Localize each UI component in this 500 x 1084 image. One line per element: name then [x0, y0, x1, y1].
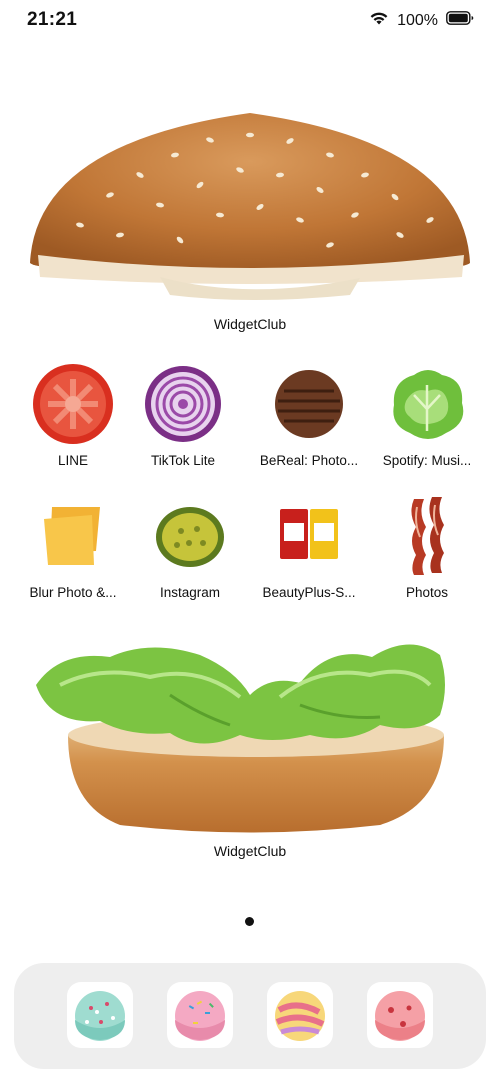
widget-top-bun[interactable]: [0, 95, 500, 315]
status-time: 21:21: [27, 9, 78, 30]
bacon-strips-icon: [411, 497, 444, 575]
app-label: TikTok Lite: [150, 453, 216, 468]
cheese-slice-icon: [44, 507, 100, 565]
widget-label: WidgetClub: [213, 843, 287, 859]
status-indicators: 100%: [369, 10, 474, 31]
pink-sprinkle-ice-cream-icon: [175, 991, 225, 1041]
mint-ice-cream-icon: [75, 991, 125, 1041]
app-beautyplus[interactable]: BeautyPlus-S...: [254, 493, 364, 600]
lettuce-icon: [393, 370, 464, 439]
app-spotify[interactable]: Spotify: Musi...: [372, 361, 482, 468]
strawberry-ice-cream-icon: [375, 991, 425, 1041]
app-photos[interactable]: Photos: [372, 493, 482, 600]
tomato-slice-icon: [33, 364, 113, 444]
app-bereal[interactable]: BeReal: Photo...: [254, 361, 364, 468]
app-label: LINE: [57, 453, 88, 468]
app-blur-photo[interactable]: Blur Photo &...: [18, 493, 128, 600]
dock: [14, 963, 486, 1069]
dock-app-1[interactable]: [67, 982, 133, 1048]
status-bar: 21:21 100%: [0, 0, 500, 44]
red-onion-icon: [145, 366, 221, 442]
widget-label: WidgetClub: [213, 316, 287, 332]
burger-bottom-bun-lettuce-image: [36, 644, 445, 833]
app-tiktok-lite[interactable]: TikTok Lite: [128, 361, 238, 468]
burger-patty-icon: [275, 370, 343, 438]
app-label: BeReal: Photo...: [259, 453, 359, 468]
dock-app-3[interactable]: [267, 982, 333, 1048]
widget-bottom-bun[interactable]: [0, 625, 500, 840]
app-label: BeautyPlus-S...: [262, 585, 356, 600]
battery-icon: [446, 11, 474, 30]
dock-app-2[interactable]: [167, 982, 233, 1048]
swirl-ice-cream-icon: [275, 991, 325, 1041]
app-label: Instagram: [159, 585, 221, 600]
app-label: Photos: [405, 585, 449, 600]
battery-percent: 100%: [397, 11, 438, 29]
dock-app-4[interactable]: [367, 982, 433, 1048]
app-label: Spotify: Musi...: [382, 453, 472, 468]
app-line[interactable]: LINE: [18, 361, 128, 468]
burger-top-bun-image: [30, 113, 470, 300]
page-indicator-dot[interactable]: [245, 917, 254, 926]
app-instagram[interactable]: Instagram: [135, 493, 245, 600]
pickle-slice-icon: [156, 507, 224, 567]
wifi-icon: [369, 10, 389, 31]
sauce-packets-icon: [280, 509, 338, 559]
app-label: Blur Photo &...: [29, 585, 117, 600]
